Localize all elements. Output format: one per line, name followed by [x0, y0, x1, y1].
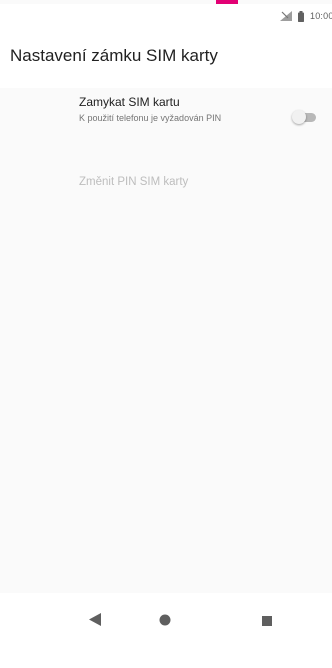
home-icon: [159, 613, 171, 631]
lock-sim-card-title: Zamykat SIM kartu: [79, 95, 180, 109]
home-button[interactable]: [145, 610, 185, 634]
toggle-thumb: [292, 110, 306, 124]
back-icon: [89, 613, 101, 631]
signal-icon: [280, 11, 292, 21]
battery-icon: [298, 10, 304, 22]
screen: 10:00 Nastavení zámku SIM karty Zamykat …: [0, 0, 332, 668]
lock-sim-card-summary: K použití telefonu je vyžadován PIN: [79, 113, 222, 123]
lock-sim-card-toggle[interactable]: [292, 110, 320, 124]
settings-list: Zamykat SIM kartu K použití telefonu je …: [0, 88, 332, 593]
recents-icon: [262, 613, 272, 631]
page-title: Nastavení zámku SIM karty: [10, 46, 218, 65]
status-clock: 10:00: [310, 11, 332, 21]
navigation-bar: [0, 593, 332, 668]
change-sim-pin-item: Změnit PIN SIM karty: [79, 176, 189, 188]
app-bar: Nastavení zámku SIM karty: [0, 26, 332, 89]
recents-button[interactable]: [247, 610, 287, 634]
back-button[interactable]: [75, 610, 115, 634]
lock-sim-card-setting[interactable]: Zamykat SIM kartu K použití telefonu je …: [0, 88, 332, 158]
status-icons: 10:00: [280, 10, 332, 22]
status-bar: 10:00: [0, 4, 332, 26]
